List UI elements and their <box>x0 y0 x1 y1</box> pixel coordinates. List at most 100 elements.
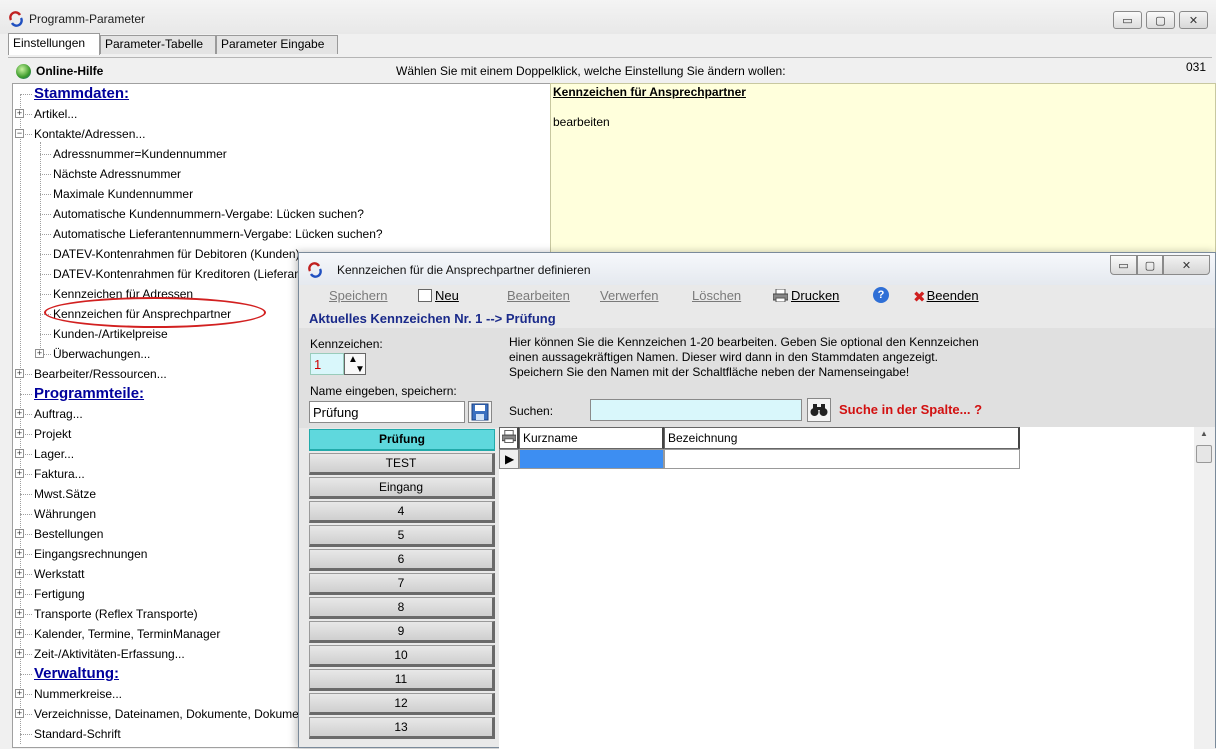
tree-item[interactable]: Lager... <box>34 444 74 464</box>
kurzname-cell[interactable] <box>519 449 664 469</box>
tab-parameter-tabelle[interactable]: Parameter-Tabelle <box>100 35 216 54</box>
print-button[interactable]: Drucken <box>773 288 839 303</box>
tree-item[interactable]: Nächste Adressnummer <box>53 164 181 184</box>
vertical-scrollbar[interactable]: ▲ <box>1194 427 1215 749</box>
tree-item[interactable]: Kalender, Termine, TerminManager <box>34 624 220 644</box>
expand-icon[interactable]: + <box>15 549 24 558</box>
column-header-kurzname[interactable]: Kurzname <box>519 427 664 449</box>
expand-icon[interactable]: + <box>15 569 24 578</box>
delete-button[interactable]: Löschen <box>692 288 741 303</box>
binoculars-icon[interactable] <box>807 398 831 422</box>
expand-icon[interactable]: + <box>15 629 24 638</box>
grid-print-icon[interactable] <box>499 427 519 449</box>
description-line: Hier können Sie die Kennzeichen 1-20 bea… <box>509 335 979 349</box>
kennzeichen-list-button[interactable]: 10 <box>309 645 495 667</box>
tree-item[interactable]: Eingangsrechnungen <box>34 544 147 564</box>
dialog-maximize-button[interactable]: ▢ <box>1137 255 1163 275</box>
kennzeichen-number-field[interactable]: 1 <box>310 353 344 375</box>
globe-icon[interactable] <box>16 64 31 79</box>
tab-parameter-eingabe[interactable]: Parameter Eingabe <box>216 35 338 54</box>
row-indicator[interactable]: ▶ <box>499 449 519 469</box>
expand-icon[interactable]: + <box>15 689 24 698</box>
tree-item[interactable]: Standard-Schrift <box>34 724 121 744</box>
help-icon[interactable]: ? <box>873 287 889 303</box>
tree-item[interactable]: Adressnummer=Kundennummer <box>53 144 227 164</box>
tree-item[interactable]: Kontakte/Adressen... <box>34 124 145 144</box>
dialog-close-button[interactable]: ✕ <box>1163 255 1210 275</box>
kennzeichen-list-button[interactable]: 4 <box>309 501 495 523</box>
tree-item[interactable]: Artikel... <box>34 104 77 124</box>
tree-item[interactable]: Fertigung <box>34 584 85 604</box>
expand-icon[interactable]: + <box>35 349 44 358</box>
tree-item[interactable]: DATEV-Kontenrahmen für Kreditoren (Liefe… <box>53 264 322 284</box>
edit-button[interactable]: Bearbeiten <box>507 288 570 303</box>
tree-item[interactable]: Transporte (Reflex Transporte) <box>34 604 198 624</box>
tree-item[interactable]: Kennzeichen für Adressen <box>53 284 193 304</box>
column-header-bezeichnung[interactable]: Bezeichnung <box>664 427 1020 449</box>
search-column-hint[interactable]: Suche in der Spalte... ? <box>839 402 982 417</box>
dialog-minimize-button[interactable]: ▭ <box>1110 255 1137 275</box>
kennzeichen-list-button[interactable]: 5 <box>309 525 495 547</box>
expand-icon[interactable]: + <box>15 529 24 538</box>
kennzeichen-list-button[interactable]: 12 <box>309 693 495 715</box>
kennzeichen-list-button[interactable]: 8 <box>309 597 495 619</box>
tree-item[interactable]: Projekt <box>34 424 71 444</box>
tree-item[interactable]: Zeit-/Aktivitäten-Erfassung... <box>34 644 185 664</box>
tree-item[interactable]: Nummerkreise... <box>34 684 122 704</box>
tree-item[interactable]: Überwachungen... <box>53 344 150 364</box>
kennzeichen-list-button[interactable]: 7 <box>309 573 495 595</box>
bezeichnung-cell[interactable] <box>664 449 1020 469</box>
online-help-link[interactable]: Online-Hilfe <box>36 64 103 78</box>
tree-item[interactable]: Werkstatt <box>34 564 84 584</box>
expand-icon[interactable]: + <box>15 609 24 618</box>
tree-item[interactable]: Kunden-/Artikelpreise <box>53 324 168 344</box>
expand-icon[interactable]: + <box>15 709 24 718</box>
kennzeichen-list-button[interactable]: Prüfung <box>309 429 495 451</box>
discard-button[interactable]: Verwerfen <box>600 288 659 303</box>
kennzeichen-spinner[interactable]: ▲ ▼ <box>344 353 366 375</box>
expand-icon[interactable]: + <box>15 469 24 478</box>
tree-item[interactable]: Kennzeichen für Ansprechpartner <box>53 304 231 324</box>
scroll-up-icon[interactable]: ▲ <box>1200 429 1208 438</box>
collapse-icon[interactable]: − <box>15 129 24 138</box>
expand-icon[interactable]: + <box>15 649 24 658</box>
tree-item[interactable]: Bestellungen <box>34 524 103 544</box>
tree-item[interactable]: Automatische Kundennummern-Vergabe: Lück… <box>53 204 364 224</box>
exit-button[interactable]: ✖Beenden <box>913 288 979 306</box>
tree-item[interactable]: Maximale Kundennummer <box>53 184 193 204</box>
tree-item[interactable]: Mwst.Sätze <box>34 484 96 504</box>
kennzeichen-list-button[interactable]: Eingang <box>309 477 495 499</box>
dialog-toolbar: Speichern Neu Bearbeiten Verwerfen Lösch… <box>299 285 1215 307</box>
save-name-button[interactable] <box>468 401 492 423</box>
tree-item[interactable]: Faktura... <box>34 464 85 484</box>
tree-item[interactable]: Bearbeiter/Ressourcen... <box>34 364 167 384</box>
expand-icon[interactable]: + <box>15 449 24 458</box>
minimize-button[interactable]: ▭ <box>1113 11 1142 29</box>
search-input[interactable] <box>590 399 802 421</box>
maximize-button[interactable]: ▢ <box>1146 11 1175 29</box>
close-icon: ✕ <box>1188 14 1199 27</box>
expand-icon[interactable]: + <box>15 369 24 378</box>
tree-connector <box>20 94 21 744</box>
expand-icon[interactable]: + <box>15 409 24 418</box>
name-input[interactable]: Prüfung <box>309 401 465 423</box>
kennzeichen-list-button[interactable]: 13 <box>309 717 495 739</box>
new-button[interactable]: Neu <box>418 288 459 303</box>
tree-connector <box>20 394 32 395</box>
kennzeichen-list-button[interactable]: TEST <box>309 453 495 475</box>
help-bar: Online-Hilfe Wählen Sie mit einem Doppel… <box>8 57 1212 83</box>
kennzeichen-list-button[interactable]: 6 <box>309 549 495 571</box>
tree-item[interactable]: Währungen <box>34 504 96 524</box>
tree-item[interactable]: DATEV-Kontenrahmen für Debitoren (Kunden… <box>53 244 300 264</box>
kennzeichen-list-button[interactable]: 9 <box>309 621 495 643</box>
scroll-thumb[interactable] <box>1196 445 1212 463</box>
tree-item[interactable]: Auftrag... <box>34 404 83 424</box>
expand-icon[interactable]: + <box>15 589 24 598</box>
kennzeichen-list-button[interactable]: 11 <box>309 669 495 691</box>
tab-einstellungen[interactable]: Einstellungen <box>8 33 100 55</box>
close-button[interactable]: ✕ <box>1179 11 1208 29</box>
tree-item[interactable]: Automatische Lieferantennummern-Vergabe:… <box>53 224 383 244</box>
expand-icon[interactable]: + <box>15 109 24 118</box>
expand-icon[interactable]: + <box>15 429 24 438</box>
save-toolbar-button[interactable]: Speichern <box>329 288 388 303</box>
